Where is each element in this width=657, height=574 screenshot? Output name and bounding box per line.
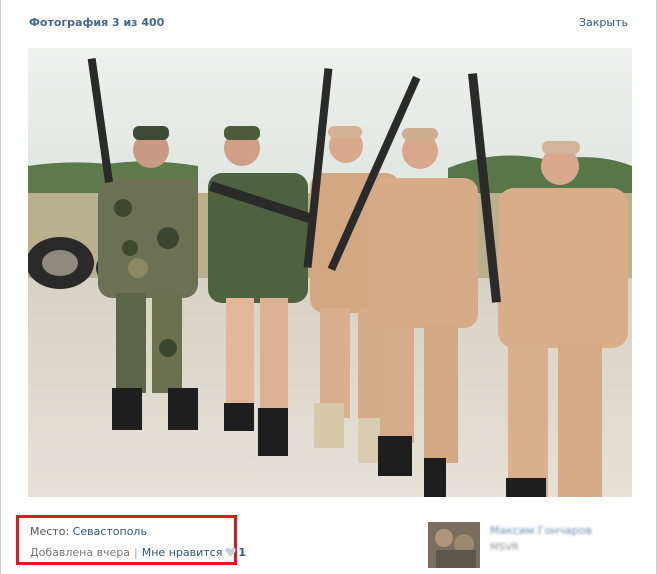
photo-counter-title: Фотография 3 из 400 xyxy=(29,16,165,29)
added-date: Добавлена вчера xyxy=(30,546,131,559)
photo-info-highlight: Место: Севастополь Добавлена вчера | Мне н… xyxy=(16,515,246,565)
place-link[interactable]: Севастополь xyxy=(73,525,147,538)
place-label: Место: xyxy=(30,525,70,538)
heart-icon[interactable] xyxy=(225,547,237,560)
like-count: 1 xyxy=(238,546,246,559)
author-name[interactable]: Максим Гончаров xyxy=(490,524,592,537)
author-subtitle: MSVR xyxy=(490,542,519,553)
place-line: Место: Севастополь xyxy=(30,525,147,538)
close-link[interactable]: Закрыть xyxy=(579,16,628,29)
author-avatar[interactable] xyxy=(428,522,480,568)
photo-image xyxy=(28,48,632,497)
photo-viewer: Фотография 3 из 400 Закрыть Место: Севас… xyxy=(0,0,657,574)
added-line: Добавлена вчера | Мне нравится 1 xyxy=(30,546,246,560)
author-block[interactable]: Максим Гончаров MSVR xyxy=(428,522,628,568)
separator: | xyxy=(134,546,138,559)
main-photo[interactable] xyxy=(28,48,632,497)
like-link[interactable]: Мне нравится xyxy=(142,546,223,559)
